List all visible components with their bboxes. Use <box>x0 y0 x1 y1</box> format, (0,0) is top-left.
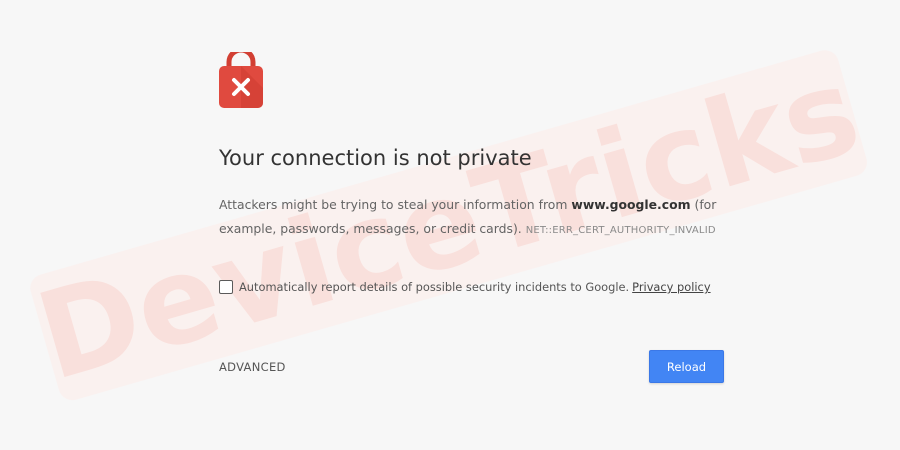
warning-message: Attackers might be trying to steal your … <box>219 193 719 243</box>
report-checkbox[interactable] <box>219 280 233 294</box>
privacy-policy-link[interactable]: Privacy policy <box>632 280 710 294</box>
advanced-button[interactable]: ADVANCED <box>219 360 286 374</box>
message-intro: Attackers might be trying to steal your … <box>219 197 572 212</box>
message-domain: www.google.com <box>571 197 691 212</box>
lock-x-icon <box>219 52 263 108</box>
page-heading: Your connection is not private <box>219 146 532 170</box>
error-code: NET::ERR_CERT_AUTHORITY_INVALID <box>525 225 716 236</box>
report-option: Automatically report details of possible… <box>219 280 711 294</box>
report-label: Automatically report details of possible… <box>239 280 630 294</box>
reload-button[interactable]: Reload <box>649 350 724 383</box>
